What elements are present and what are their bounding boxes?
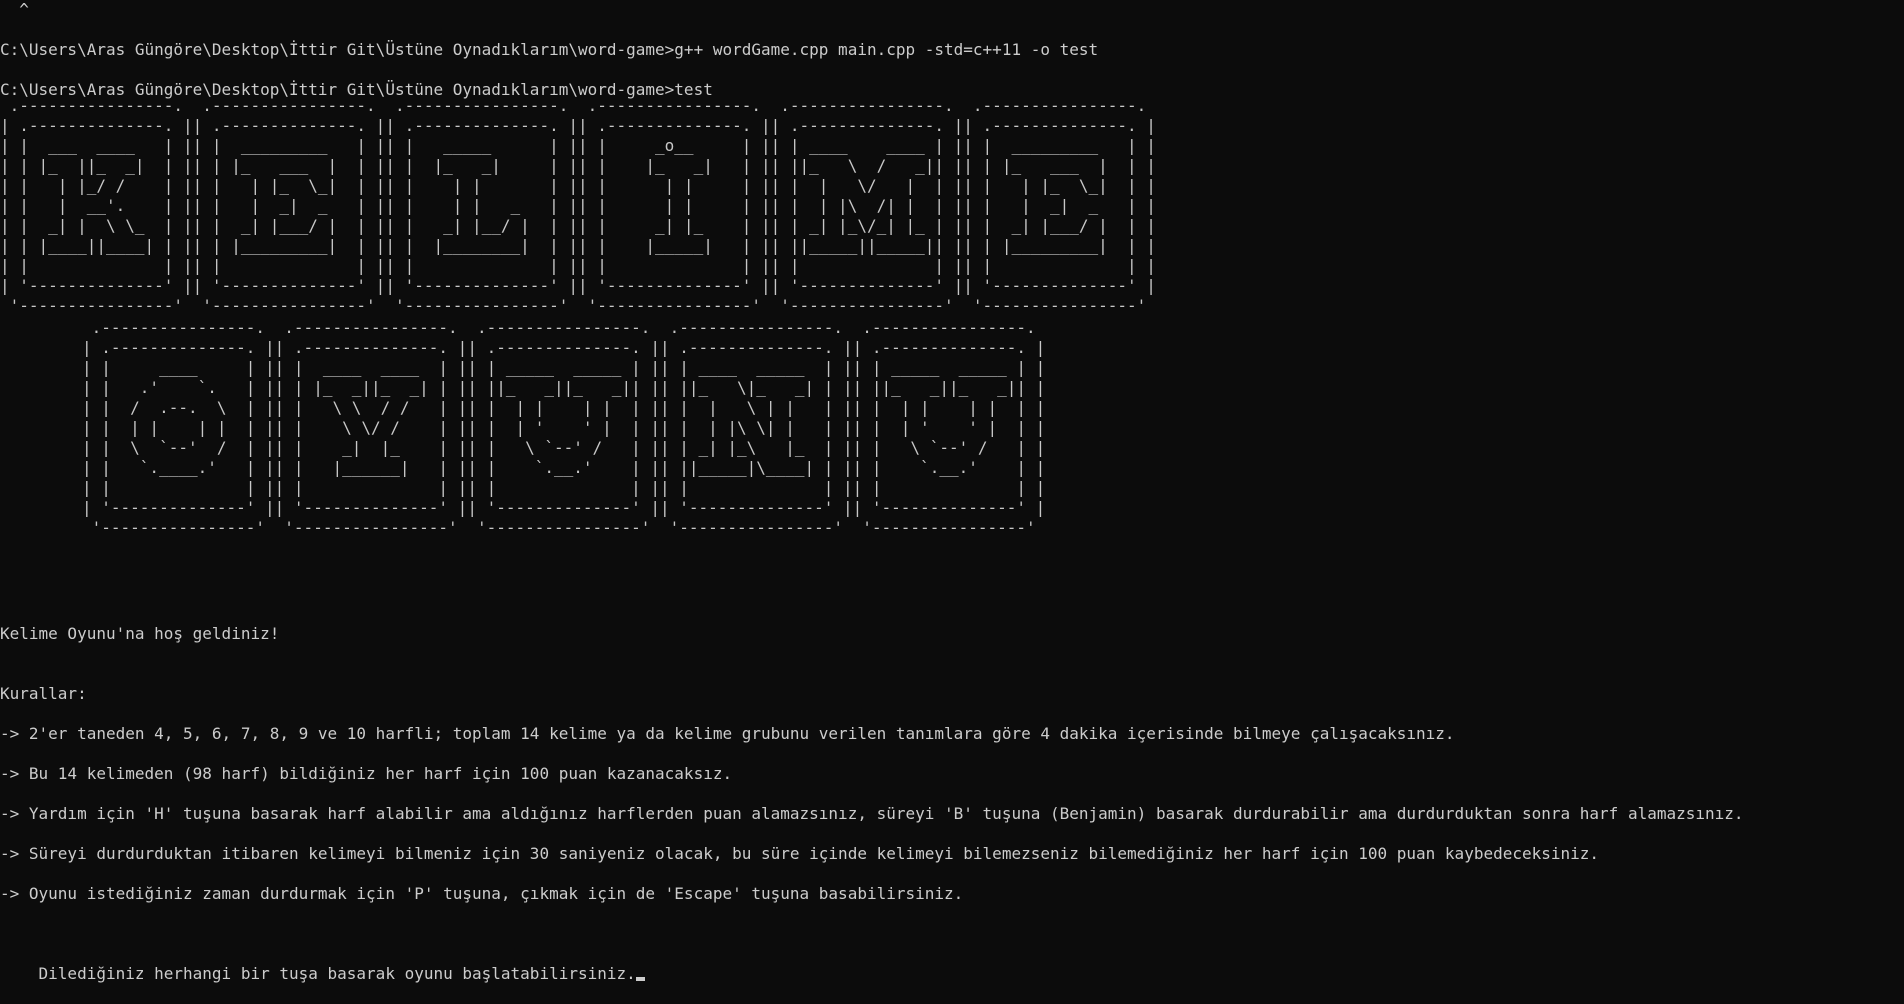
caret-line: ^ bbox=[0, 0, 29, 19]
start-prompt-text: Dilediğiniz herhangi bir tuşa basarak oy… bbox=[38, 964, 636, 983]
rule-line: -> 2'er taneden 4, 5, 6, 7, 8, 9 ve 10 h… bbox=[0, 724, 1455, 743]
rules-heading: Kurallar: bbox=[0, 684, 87, 703]
text-cursor bbox=[635, 977, 645, 981]
start-prompt: Dilediğiniz herhangi bir tuşa basarak oy… bbox=[0, 944, 645, 1004]
rule-line: -> Bu 14 kelimeden (98 harf) bildiğiniz … bbox=[0, 764, 733, 783]
rule-line: -> Oyunu istediğiniz zaman durdurmak içi… bbox=[0, 884, 964, 903]
ascii-banner-kelime: .----------------. .----------------. .-… bbox=[0, 96, 1156, 315]
welcome-message: Kelime Oyunu'na hoş geldiniz! bbox=[0, 624, 280, 643]
console-window[interactable]: ^ C:\Users\Aras Güngöre\Desktop\İttir Gi… bbox=[0, 0, 1904, 1004]
ascii-banner-oyunu: .----------------. .----------------. .-… bbox=[82, 318, 1046, 537]
rule-line: -> Süreyi durdurduktan itibaren kelimeyi… bbox=[0, 844, 1600, 863]
rule-line: -> Yardım için 'H' tuşuna basarak harf a… bbox=[0, 804, 1744, 823]
command-line-compile: C:\Users\Aras Güngöre\Desktop\İttir Git\… bbox=[0, 40, 1099, 59]
